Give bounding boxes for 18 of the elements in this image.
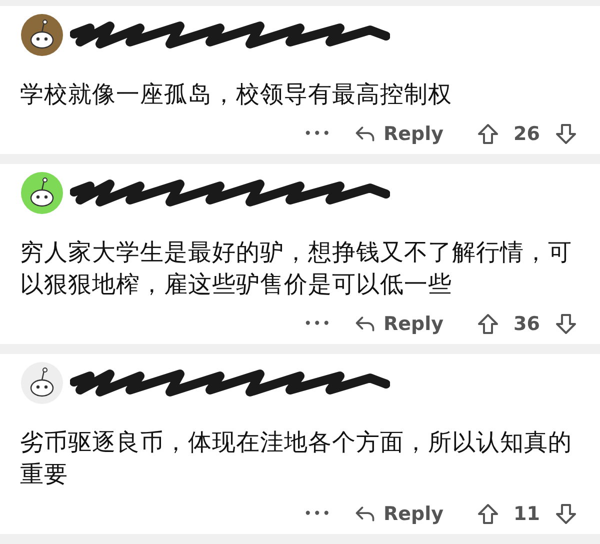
more-options-button[interactable]: •••: [304, 316, 332, 332]
more-options-button[interactable]: •••: [304, 506, 332, 522]
comment-text: 穷人家大学生是最好的驴，想挣钱又不了解行情，可以狠狠地榨，雇这些驴售价是可以低一些: [20, 237, 573, 300]
upvote-icon[interactable]: [476, 312, 500, 336]
upvote-icon[interactable]: [476, 122, 500, 146]
vote-count: 26: [514, 123, 540, 145]
upvote-icon[interactable]: [476, 502, 500, 526]
reply-button[interactable]: Reply: [352, 313, 444, 335]
downvote-icon[interactable]: [554, 312, 578, 336]
downvote-icon[interactable]: [554, 502, 578, 526]
comment-text: 劣币驱逐良币，体现在洼地各个方面，所以认知真的重要: [20, 427, 573, 490]
more-options-button[interactable]: •••: [304, 126, 332, 142]
reply-button[interactable]: Reply: [352, 123, 444, 145]
vote-count: 36: [514, 313, 540, 335]
reply-button[interactable]: Reply: [352, 503, 444, 525]
vote-count: 11: [514, 503, 540, 525]
downvote-icon[interactable]: [554, 122, 578, 146]
comment-text: 学校就像一座孤岛，校领导有最高控制权: [20, 79, 453, 110]
